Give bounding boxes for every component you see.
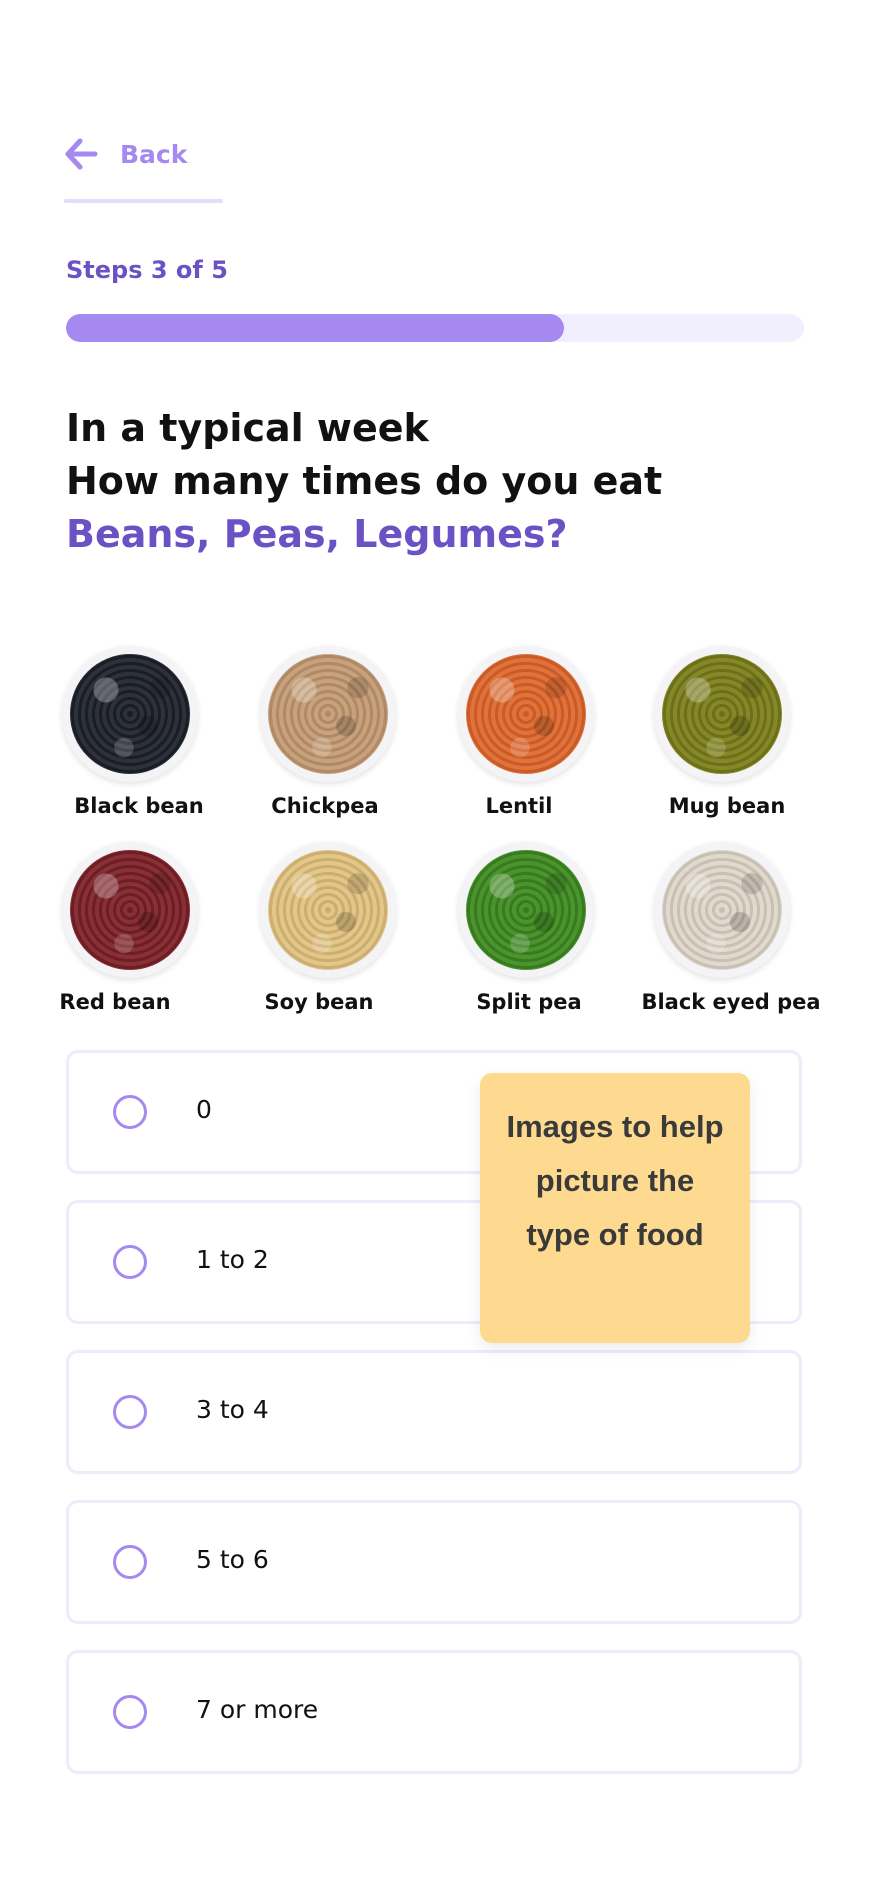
legume-red-bean: Red bean <box>24 842 224 1042</box>
question-food: Beans, Peas, Legumes? <box>66 512 568 556</box>
legume-bowl-image <box>260 842 396 978</box>
legume-seeds <box>268 654 388 774</box>
radio-circle[interactable] <box>113 1695 147 1729</box>
option-7-or-more[interactable]: 7 or more <box>66 1650 802 1774</box>
legume-name: Split pea <box>476 990 582 1014</box>
option-label: 1 to 2 <box>196 1245 269 1274</box>
legume-bowl-image <box>62 842 198 978</box>
legume-black-eyed-pea: Black eyed pea <box>616 842 821 1042</box>
legume-name: Chickpea <box>271 794 379 818</box>
question-line-1: In a typical week <box>66 406 429 450</box>
legume-seeds <box>268 850 388 970</box>
legume-seeds <box>70 654 190 774</box>
legume-bowl-image <box>654 842 790 978</box>
arrow-left-icon <box>64 138 98 170</box>
legume-seeds <box>662 654 782 774</box>
legume-seeds <box>466 850 586 970</box>
legume-lentil: Lentil <box>420 646 620 846</box>
radio-circle[interactable] <box>113 1395 147 1429</box>
radio-circle[interactable] <box>113 1095 147 1129</box>
legume-soy-bean: Soy bean <box>222 842 422 1042</box>
step-indicator: Steps 3 of 5 <box>66 256 228 284</box>
option-3-to-4[interactable]: 3 to 4 <box>66 1350 802 1474</box>
option-5-to-6[interactable]: 5 to 6 <box>66 1500 802 1624</box>
legume-name: Black bean <box>74 794 204 818</box>
tooltip-note: Images to help picture the type of food <box>480 1073 750 1343</box>
legume-name: Soy bean <box>264 990 374 1014</box>
option-label: 5 to 6 <box>196 1545 269 1574</box>
back-underline <box>64 199 223 203</box>
legume-bowl-image <box>458 646 594 782</box>
legume-name: Red bean <box>59 990 171 1014</box>
legume-mug-bean: Mug bean <box>616 646 816 846</box>
legume-name: Mug bean <box>668 794 786 818</box>
legume-seeds <box>466 654 586 774</box>
back-label: Back <box>120 139 188 169</box>
legume-seeds <box>662 850 782 970</box>
legume-name: Black eyed pea <box>641 990 821 1014</box>
legume-black-bean: Black bean <box>24 646 224 846</box>
legume-bowl-image <box>260 646 396 782</box>
legume-chickpea: Chickpea <box>222 646 422 846</box>
option-label: 7 or more <box>196 1695 319 1724</box>
legume-bowl-image <box>62 646 198 782</box>
radio-circle[interactable] <box>113 1545 147 1579</box>
progress-fill <box>66 314 565 342</box>
option-label: 3 to 4 <box>196 1395 269 1424</box>
question-line-2: How many times do you eat <box>66 459 663 503</box>
legume-bowl-image <box>458 842 594 978</box>
question-heading: In a typical week How many times do you … <box>66 402 826 561</box>
legume-name: Lentil <box>485 794 553 818</box>
radio-circle[interactable] <box>113 1245 147 1279</box>
option-label: 0 <box>196 1095 212 1124</box>
legume-bowl-image <box>654 646 790 782</box>
legume-split-pea: Split pea <box>420 842 620 1042</box>
progress-bar <box>66 314 804 342</box>
legume-seeds <box>70 850 190 970</box>
back-button[interactable]: Back <box>64 124 224 184</box>
